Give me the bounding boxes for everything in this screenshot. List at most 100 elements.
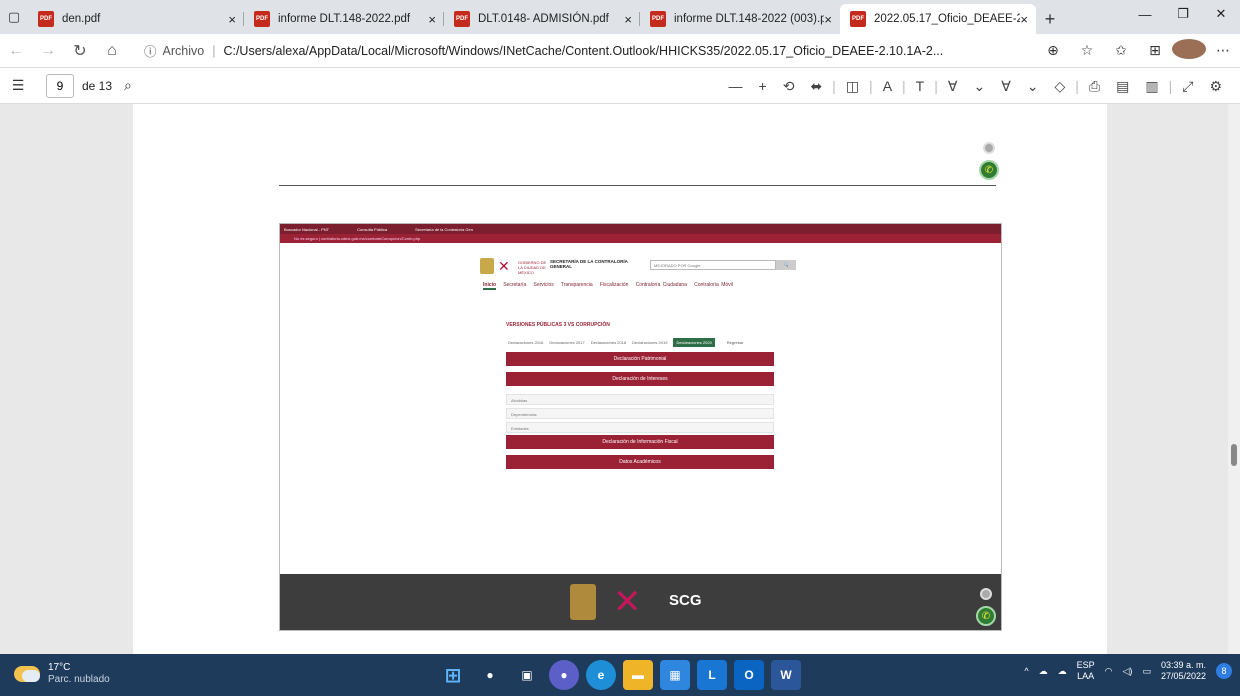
bar-intereses: Declaración de Intereses (506, 372, 774, 386)
wifi-icon[interactable]: ◠ (1105, 666, 1113, 677)
weather-widget[interactable]: 17°C Parc. nublado (14, 662, 110, 686)
tab-title: 2022.05.17_Oficio_DEAEE-2.10.1A (874, 13, 1020, 25)
eraser-icon[interactable]: ◇ (1047, 78, 1074, 95)
site-search-input: MEJORADO POR Google (650, 260, 776, 270)
search-icon[interactable]: ● (475, 660, 505, 690)
pdf-toolbar: ☰ 9 de 13 ⌕ — + ⟲ ⬌ | ◫ | A | T | ∀ ⌄ ∀ … (0, 68, 1240, 104)
collections-icon[interactable]: ⊞ (1138, 42, 1172, 59)
new-tab-button[interactable]: + (1036, 4, 1064, 34)
minimize-button[interactable]: — (1126, 0, 1164, 28)
store-icon[interactable]: ▦ (660, 660, 690, 690)
highlight-dropdown-icon[interactable]: ⌄ (1019, 78, 1047, 95)
tab-title: den.pdf (62, 13, 101, 25)
pdf-icon: PDF (38, 11, 54, 27)
screenshot-previous: ✆ (279, 104, 999, 186)
weather-text: Parc. nublado (48, 674, 110, 685)
notification-badge[interactable]: 8 (1216, 663, 1232, 679)
profile-button[interactable] (1172, 39, 1206, 62)
table-of-contents-icon[interactable]: ☰ (0, 77, 36, 94)
show-hidden-icon[interactable]: ^ (1024, 666, 1028, 676)
draw-dropdown-icon[interactable]: ⌄ (965, 78, 993, 95)
partly-cloudy-icon (14, 666, 40, 682)
close-tab-icon[interactable]: × (624, 12, 632, 27)
fullscreen-icon[interactable]: ⤢ (1174, 78, 1201, 95)
restore-button[interactable]: ❐ (1164, 0, 1202, 28)
read-aloud-icon[interactable]: A (875, 78, 900, 94)
add-text-icon[interactable]: T (908, 78, 933, 94)
url-field[interactable]: ⓘ Archivo | C:/Users/alexa/AppData/Local… (128, 41, 1036, 60)
whatsapp-icon: ✆ (976, 606, 996, 626)
rotate-icon[interactable]: ⟲ (775, 78, 803, 95)
battery-icon[interactable]: ▭ (1142, 666, 1151, 677)
search-icon[interactable]: ⌕ (124, 77, 132, 94)
tab-admision[interactable]: PDF DLT.0148- ADMISIÓN.pdf × (444, 4, 640, 34)
pdf-icon: PDF (850, 11, 866, 27)
zoom-in-icon[interactable]: + (751, 78, 775, 94)
scrollbar-thumb[interactable] (1231, 444, 1237, 466)
clock[interactable]: 03:39 a. m. 27/05/2022 (1161, 660, 1206, 682)
app-l-icon[interactable]: L (697, 660, 727, 690)
section-title: VERSIONES PÚBLICAS 3 VS CORRUPCIÓN (506, 322, 610, 328)
site-menu: Inicio Secretaría Servicios Transparenci… (483, 282, 733, 290)
more-icon[interactable]: ⋯ (1206, 42, 1240, 59)
list-item: Entidades (506, 422, 774, 433)
site-secretaria: SECRETARÍA DE LA CONTRALORÍA GENERAL (550, 259, 628, 269)
refresh-icon[interactable]: ↻ (64, 41, 96, 61)
task-view-icon[interactable]: ▣ (512, 660, 542, 690)
close-window-button[interactable]: ✕ (1202, 0, 1240, 28)
page-total: de 13 (82, 78, 113, 93)
back-icon[interactable]: ← (0, 42, 32, 60)
close-tab-icon[interactable]: × (228, 12, 236, 27)
favorite-add-icon[interactable]: ☆ (1070, 42, 1104, 59)
cloud-icon[interactable]: ☁ (1058, 666, 1067, 677)
pdf-icon: PDF (650, 11, 666, 27)
print-icon[interactable]: ⎙ (1081, 78, 1108, 95)
site-brand: GOBIERNO DE LA CIUDAD DE MÉXICO (518, 260, 547, 275)
chat-icon[interactable]: ● (549, 660, 579, 690)
word-icon[interactable]: W (771, 660, 801, 690)
pdf-icon: PDF (254, 11, 270, 27)
url-text: C:/Users/alexa/AppData/Local/Microsoft/W… (223, 43, 944, 58)
forward-icon[interactable]: → (32, 42, 64, 60)
tab-informe[interactable]: PDF informe DLT.148-2022.pdf × (244, 4, 444, 34)
list-item: Alcaldías (506, 394, 774, 405)
close-tab-icon[interactable]: × (1020, 12, 1028, 27)
home-icon[interactable]: ⌂ (96, 42, 128, 60)
file-explorer-icon[interactable]: ▬ (623, 660, 653, 690)
tab-informe-003[interactable]: PDF informe DLT.148-2022 (003).pdf × (640, 4, 840, 34)
edge-icon[interactable]: e (586, 660, 616, 690)
pdf-tools: — + ⟲ ⬌ | ◫ | A | T | ∀ ⌄ ∀ ⌄ ◇ | ⎙ ▤ ▥ … (721, 68, 1230, 104)
cdmx-logo-icon: ✕ (498, 258, 510, 274)
tab-oficio-active[interactable]: PDF 2022.05.17_Oficio_DEAEE-2.10.1A × (840, 4, 1036, 34)
save-as-icon[interactable]: ▥ (1137, 78, 1166, 95)
save-icon[interactable]: ▤ (1108, 78, 1137, 95)
zoom-icon[interactable]: ⊕ (1036, 42, 1070, 59)
volume-icon[interactable]: ◁) (1123, 666, 1133, 677)
embedded-address: No es seguro | contraloria.cdmx.gob.mx/c… (280, 234, 1001, 243)
close-tab-icon[interactable]: × (428, 12, 436, 27)
year-tabs: Declaraciones 2016 Declaraciones 2017 De… (508, 337, 744, 347)
fit-page-icon[interactable]: ⬌ (802, 78, 830, 95)
tab-den[interactable]: PDF den.pdf × (28, 4, 244, 34)
onedrive-icon[interactable]: ☁ (1039, 666, 1048, 677)
windows-start-icon[interactable]: ⊞ (438, 660, 468, 690)
info-icon[interactable]: ⓘ (144, 41, 157, 60)
zoom-out-icon[interactable]: — (721, 78, 751, 94)
input-language[interactable]: ESP LAA (1077, 660, 1095, 682)
favorites-icon[interactable]: ✩ (1104, 42, 1138, 59)
tab-actions-icon[interactable]: ▢ (0, 0, 28, 34)
temperature: 17°C (48, 662, 71, 673)
vertical-scrollbar[interactable] (1228, 104, 1240, 654)
draw-icon[interactable]: ∀ (940, 78, 966, 95)
outlook-icon[interactable]: O (734, 660, 764, 690)
highlight-icon[interactable]: ∀ (993, 78, 1019, 95)
settings-icon[interactable]: ⚙ (1201, 78, 1230, 95)
tab-strip: ▢ PDF den.pdf × PDF informe DLT.148-2022… (0, 0, 1240, 34)
system-tray: ^ ☁ ☁ ESP LAA ◠ ◁) ▭ 03:39 a. m. 27/05/2… (1024, 660, 1232, 682)
close-tab-icon[interactable]: × (824, 12, 832, 27)
page-number-input[interactable]: 9 (46, 73, 74, 98)
pdf-viewer: ✆ Buscador Nacional - PNT Consulta Públi… (0, 104, 1228, 654)
bar-patrimonial: Declaración Patrimonial (506, 352, 774, 366)
page-view-icon[interactable]: ◫ (838, 78, 867, 95)
site-search-button: 🔍 (776, 260, 796, 270)
